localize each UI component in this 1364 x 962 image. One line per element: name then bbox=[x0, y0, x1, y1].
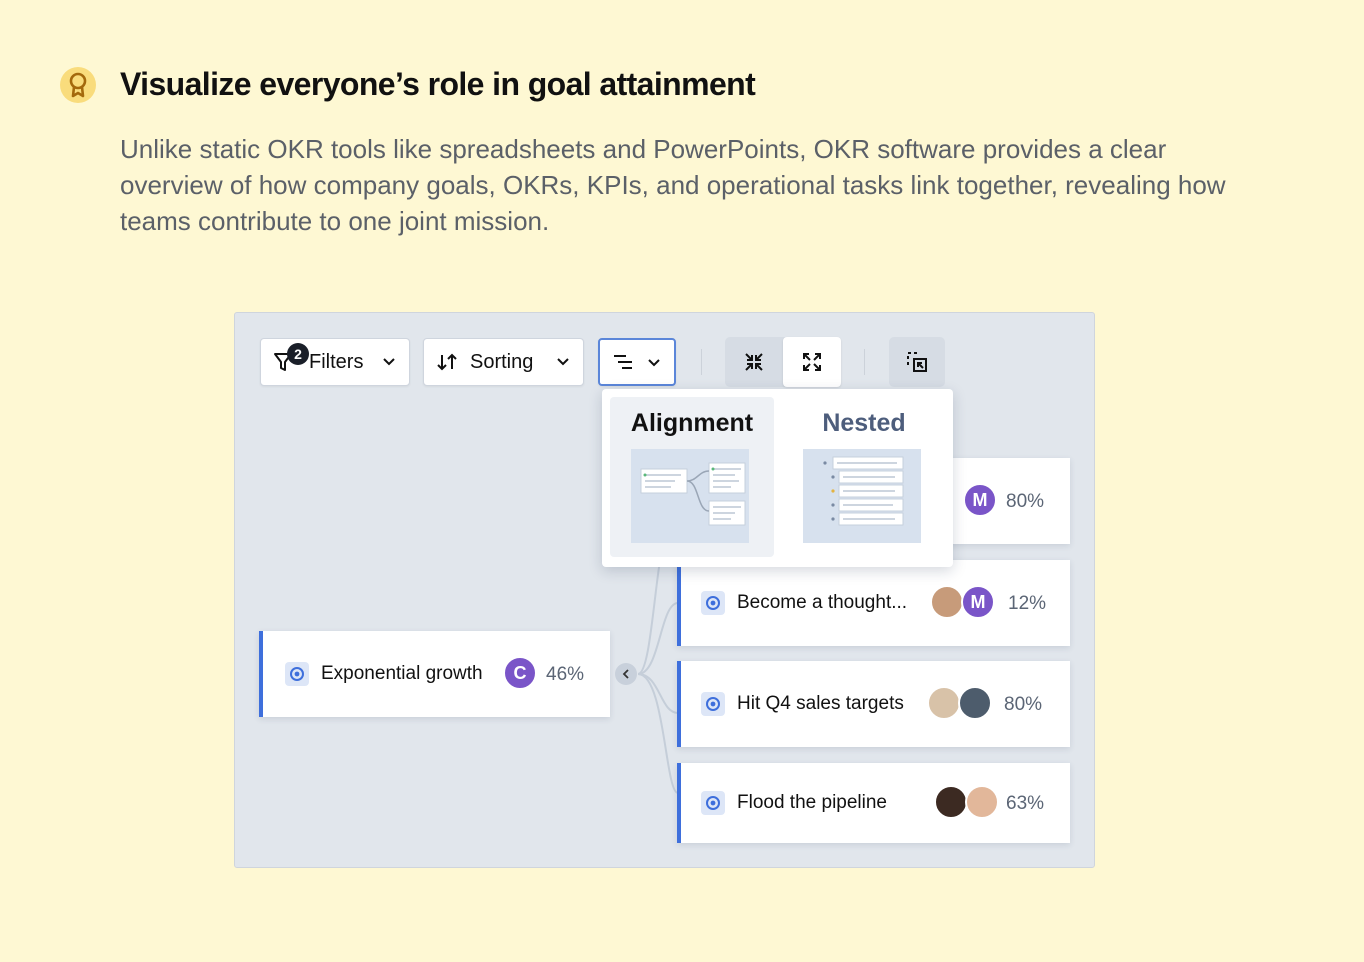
goal-title: Become a thought... bbox=[737, 592, 908, 613]
goal-progress: 80% bbox=[1004, 694, 1043, 715]
goal-target-icon bbox=[701, 791, 725, 815]
goal-progress: 12% bbox=[1008, 593, 1047, 614]
view-option-label: Alignment bbox=[630, 409, 754, 437]
goal-target-icon bbox=[701, 692, 725, 716]
sort-arrows-icon bbox=[437, 353, 457, 371]
filter-count-badge: 2 bbox=[287, 343, 309, 365]
alignment-preview-thumbnail bbox=[631, 449, 749, 543]
toolbar-divider bbox=[701, 349, 702, 375]
nested-preview-thumbnail bbox=[803, 449, 921, 543]
goal-progress: 63% bbox=[1006, 793, 1045, 814]
export-icon bbox=[907, 352, 927, 372]
description: Unlike static OKR tools like spreadsheet… bbox=[120, 134, 1226, 236]
goal-progress: 80% bbox=[1006, 491, 1045, 512]
goal-card-hit-q4-sales[interactable]: Hit Q4 sales targets 80% bbox=[677, 661, 1070, 747]
filters-button[interactable]: 2 Filters bbox=[260, 338, 410, 386]
collapse-children-button[interactable] bbox=[615, 663, 637, 685]
goal-progress: 46% bbox=[546, 664, 585, 685]
owner-avatar: M bbox=[963, 483, 997, 517]
owner-avatar: C bbox=[503, 656, 537, 690]
sorting-button[interactable]: Sorting bbox=[423, 338, 584, 386]
view-option-nested[interactable]: Nested bbox=[782, 397, 946, 557]
chevron-down-icon bbox=[557, 358, 569, 366]
chevron-down-icon bbox=[383, 358, 395, 366]
goal-target-icon bbox=[285, 662, 309, 686]
toolbar-divider bbox=[864, 349, 865, 375]
award-ribbon-icon bbox=[60, 67, 96, 103]
export-button[interactable] bbox=[889, 337, 945, 387]
goal-title: Flood the pipeline bbox=[737, 792, 887, 813]
goal-target-icon bbox=[701, 591, 725, 615]
owner-avatar-photo bbox=[927, 686, 961, 720]
chevron-left-icon bbox=[622, 669, 629, 679]
collapse-all-button[interactable] bbox=[725, 337, 783, 387]
collapse-arrows-icon bbox=[745, 353, 763, 371]
collapse-expand-toggle bbox=[725, 337, 841, 387]
heading: Visualize everyone’s role in goal attain… bbox=[120, 66, 756, 102]
view-mode-dropdown[interactable] bbox=[598, 338, 676, 386]
expand-all-button[interactable] bbox=[783, 337, 841, 387]
view-mode-popover: Alignment Nested bbox=[602, 389, 953, 567]
owner-avatar-photo bbox=[965, 785, 999, 819]
owner-avatar-photo bbox=[958, 686, 992, 720]
owner-avatar-photo bbox=[934, 785, 968, 819]
goal-card-flood-pipeline[interactable]: Flood the pipeline 63% bbox=[677, 763, 1070, 843]
goal-title: Hit Q4 sales targets bbox=[737, 693, 904, 714]
goal-card-exponential-growth[interactable]: Exponential growth C 46% bbox=[259, 631, 610, 717]
view-option-label: Nested bbox=[822, 409, 906, 437]
chevron-down-icon bbox=[648, 359, 660, 367]
owner-avatar: M bbox=[961, 585, 995, 619]
tree-view-icon bbox=[614, 355, 632, 369]
owner-avatar-photo bbox=[930, 585, 964, 619]
okr-app-screenshot: 2 Filters Sorting Exponential growth C 4… bbox=[234, 312, 1095, 868]
sorting-label: Sorting bbox=[470, 350, 534, 373]
goal-card-become-thought[interactable]: Become a thought... M 12% bbox=[677, 560, 1070, 646]
expand-arrows-icon bbox=[803, 353, 821, 371]
view-option-alignment[interactable]: Alignment bbox=[610, 397, 774, 557]
filters-label: Filters bbox=[309, 350, 364, 373]
goal-title: Exponential growth bbox=[321, 663, 483, 684]
